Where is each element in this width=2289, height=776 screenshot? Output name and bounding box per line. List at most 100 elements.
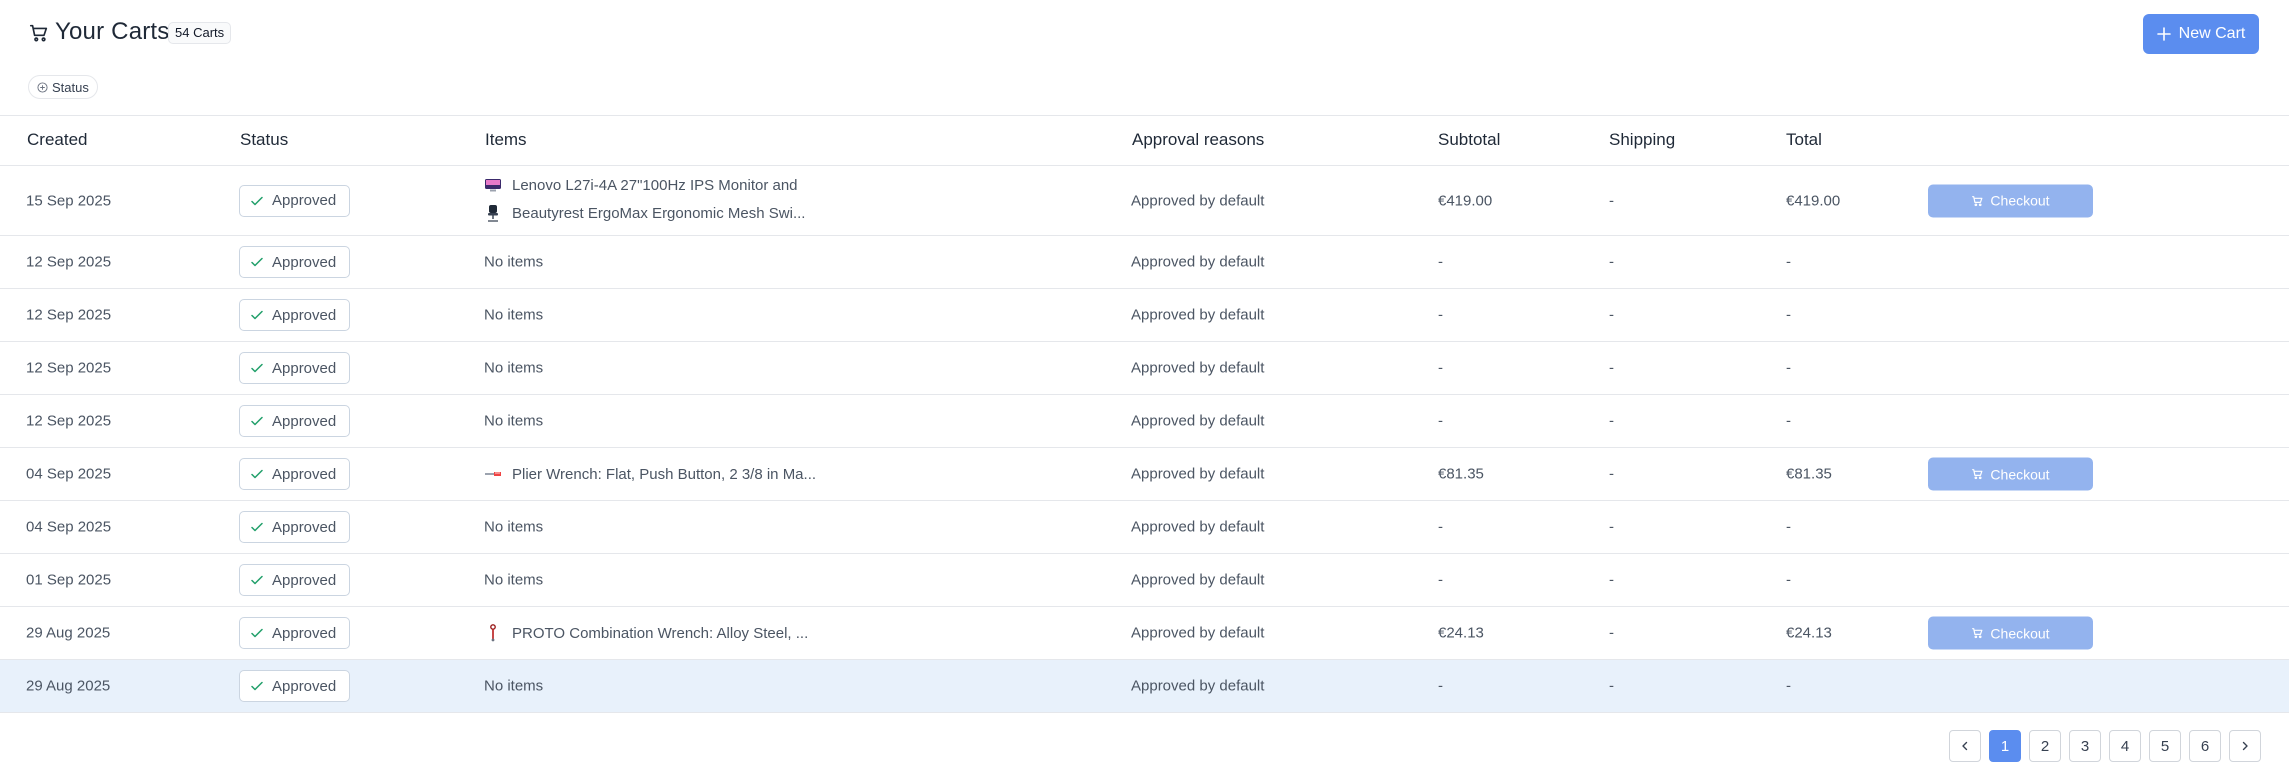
cart-item-name: Plier Wrench: Flat, Push Button, 2 3/8 i… xyxy=(512,465,817,483)
subtotal-value: - xyxy=(1438,677,1443,695)
shopping-cart-icon xyxy=(1972,628,1983,639)
shipping-value: - xyxy=(1609,518,1614,536)
check-icon xyxy=(251,196,263,205)
status-label: Approved xyxy=(272,624,337,642)
total-value: - xyxy=(1786,677,1791,695)
status-label: Approved xyxy=(272,518,337,536)
status-badge: Approved xyxy=(239,184,350,217)
checkout-label: Checkout xyxy=(1990,625,2050,641)
plus-circle-icon xyxy=(37,81,48,93)
cart-item-name: Beautyrest ErgoMax Ergonomic Mesh Swi... xyxy=(512,204,806,222)
shopping-cart-icon xyxy=(1972,195,1983,206)
plier-wrench-thumbnail-icon xyxy=(484,465,502,483)
table-row[interactable]: 12 Sep 2025 Approved No items Approved b… xyxy=(0,289,2289,342)
total-value: - xyxy=(1786,253,1791,271)
column-header-subtotal[interactable]: Subtotal xyxy=(1438,130,1500,150)
cart-item[interactable]: Beautyrest ErgoMax Ergonomic Mesh Swi... xyxy=(484,204,805,222)
column-header-status[interactable]: Status xyxy=(240,130,288,150)
cart-item[interactable]: Plier Wrench: Flat, Push Button, 2 3/8 i… xyxy=(484,465,816,483)
approval-reason: Approved by default xyxy=(1131,359,1265,377)
status-badge: Approved xyxy=(239,352,350,384)
status-badge: Approved xyxy=(239,458,350,490)
page-header: Your Carts 54 Carts New Cart xyxy=(0,0,2289,70)
table-row[interactable]: 04 Sep 2025 Approved No items Approved b… xyxy=(0,501,2289,554)
created-date: 12 Sep 2025 xyxy=(26,253,112,271)
page-title: Your Carts xyxy=(55,18,170,45)
table-row[interactable]: 12 Sep 2025 Approved No items Approved b… xyxy=(0,395,2289,448)
page-button-5[interactable]: 5 xyxy=(2149,730,2181,762)
page-button-2[interactable]: 2 xyxy=(2029,730,2061,762)
approval-reason: Approved by default xyxy=(1131,624,1265,642)
column-header-total[interactable]: Total xyxy=(1786,130,1822,150)
cart-item[interactable]: Lenovo L27i-4A 27"100Hz IPS Monitor and xyxy=(484,176,798,194)
total-value: - xyxy=(1786,359,1791,377)
page-button-4[interactable]: 4 xyxy=(2109,730,2141,762)
prev-page-button[interactable] xyxy=(1949,730,1981,762)
page-button-3[interactable]: 3 xyxy=(2069,730,2101,762)
status-label: Approved xyxy=(272,359,337,377)
next-page-button[interactable] xyxy=(2229,730,2261,762)
created-date: 15 Sep 2025 xyxy=(26,192,112,209)
check-icon xyxy=(251,575,263,585)
carts-table: Created Status Items Approval reasons Su… xyxy=(0,115,2289,713)
check-icon xyxy=(251,681,263,691)
checkout-button[interactable]: Checkout xyxy=(1928,616,2093,650)
cart-items-empty: No items xyxy=(484,412,544,430)
subtotal-value: - xyxy=(1438,571,1443,589)
chair-thumbnail-icon xyxy=(484,204,502,222)
page-button-6[interactable]: 6 xyxy=(2189,730,2221,762)
approval-reason: Approved by default xyxy=(1131,192,1265,209)
table-row[interactable]: 01 Sep 2025 Approved No items Approved b… xyxy=(0,554,2289,607)
column-header-approval-reasons[interactable]: Approval reasons xyxy=(1132,130,1264,150)
plus-icon xyxy=(2156,27,2171,41)
combination-wrench-thumbnail-icon xyxy=(484,624,502,642)
table-row[interactable]: 12 Sep 2025 Approved No items Approved b… xyxy=(0,236,2289,289)
status-filter-chip[interactable]: Status xyxy=(28,75,98,99)
total-value: - xyxy=(1786,412,1791,430)
table-row[interactable]: 15 Sep 2025 Approved Lenovo L27i-4A 27"1… xyxy=(0,166,2289,236)
check-icon xyxy=(251,310,263,320)
status-badge: Approved xyxy=(239,299,350,331)
new-cart-button[interactable]: New Cart xyxy=(2143,14,2259,54)
created-date: 12 Sep 2025 xyxy=(26,359,112,377)
subtotal-value: - xyxy=(1438,412,1443,430)
created-date: 01 Sep 2025 xyxy=(26,571,112,589)
status-badge: Approved xyxy=(239,617,350,649)
created-date: 29 Aug 2025 xyxy=(26,624,111,642)
total-value: - xyxy=(1786,518,1791,536)
table-row[interactable]: 29 Aug 2025 Approved No items Approved b… xyxy=(0,660,2289,713)
total-value: - xyxy=(1786,306,1791,324)
table-row[interactable]: 29 Aug 2025 Approved PROTO Combination W… xyxy=(0,607,2289,660)
cart-item-name: Lenovo L27i-4A 27"100Hz IPS Monitor and xyxy=(512,176,798,194)
approval-reason: Approved by default xyxy=(1131,465,1265,483)
checkout-button[interactable]: Checkout xyxy=(1928,184,2093,217)
check-icon xyxy=(251,363,263,373)
page-button-1[interactable]: 1 xyxy=(1989,730,2021,762)
status-label: Approved xyxy=(272,253,337,271)
approval-reason: Approved by default xyxy=(1131,571,1265,589)
column-header-shipping[interactable]: Shipping xyxy=(1609,130,1675,150)
checkout-button[interactable]: Checkout xyxy=(1928,457,2093,491)
table-row[interactable]: 04 Sep 2025 Approved Plier Wrench: Flat,… xyxy=(0,448,2289,501)
cart-item[interactable]: PROTO Combination Wrench: Alloy Steel, .… xyxy=(484,624,808,642)
status-badge: Approved xyxy=(239,564,350,596)
cart-items-empty: No items xyxy=(484,571,544,589)
column-header-created[interactable]: Created xyxy=(27,130,87,150)
subtotal-value: - xyxy=(1438,306,1443,324)
table-row[interactable]: 12 Sep 2025 Approved No items Approved b… xyxy=(0,342,2289,395)
created-date: 04 Sep 2025 xyxy=(26,518,112,536)
status-badge: Approved xyxy=(239,405,350,437)
status-badge: Approved xyxy=(239,511,350,543)
shipping-value: - xyxy=(1609,412,1614,430)
status-label: Approved xyxy=(272,571,337,589)
status-label: Approved xyxy=(272,192,337,209)
status-label: Approved xyxy=(272,412,337,430)
column-header-items[interactable]: Items xyxy=(485,130,527,150)
total-value: €419.00 xyxy=(1786,192,1841,209)
cart-items-empty: No items xyxy=(484,518,544,536)
shipping-value: - xyxy=(1609,571,1614,589)
checkout-label: Checkout xyxy=(1990,466,2050,482)
cart-items-empty: No items xyxy=(484,253,544,271)
status-filter-label: Status xyxy=(52,79,89,95)
shipping-value: - xyxy=(1609,677,1614,695)
